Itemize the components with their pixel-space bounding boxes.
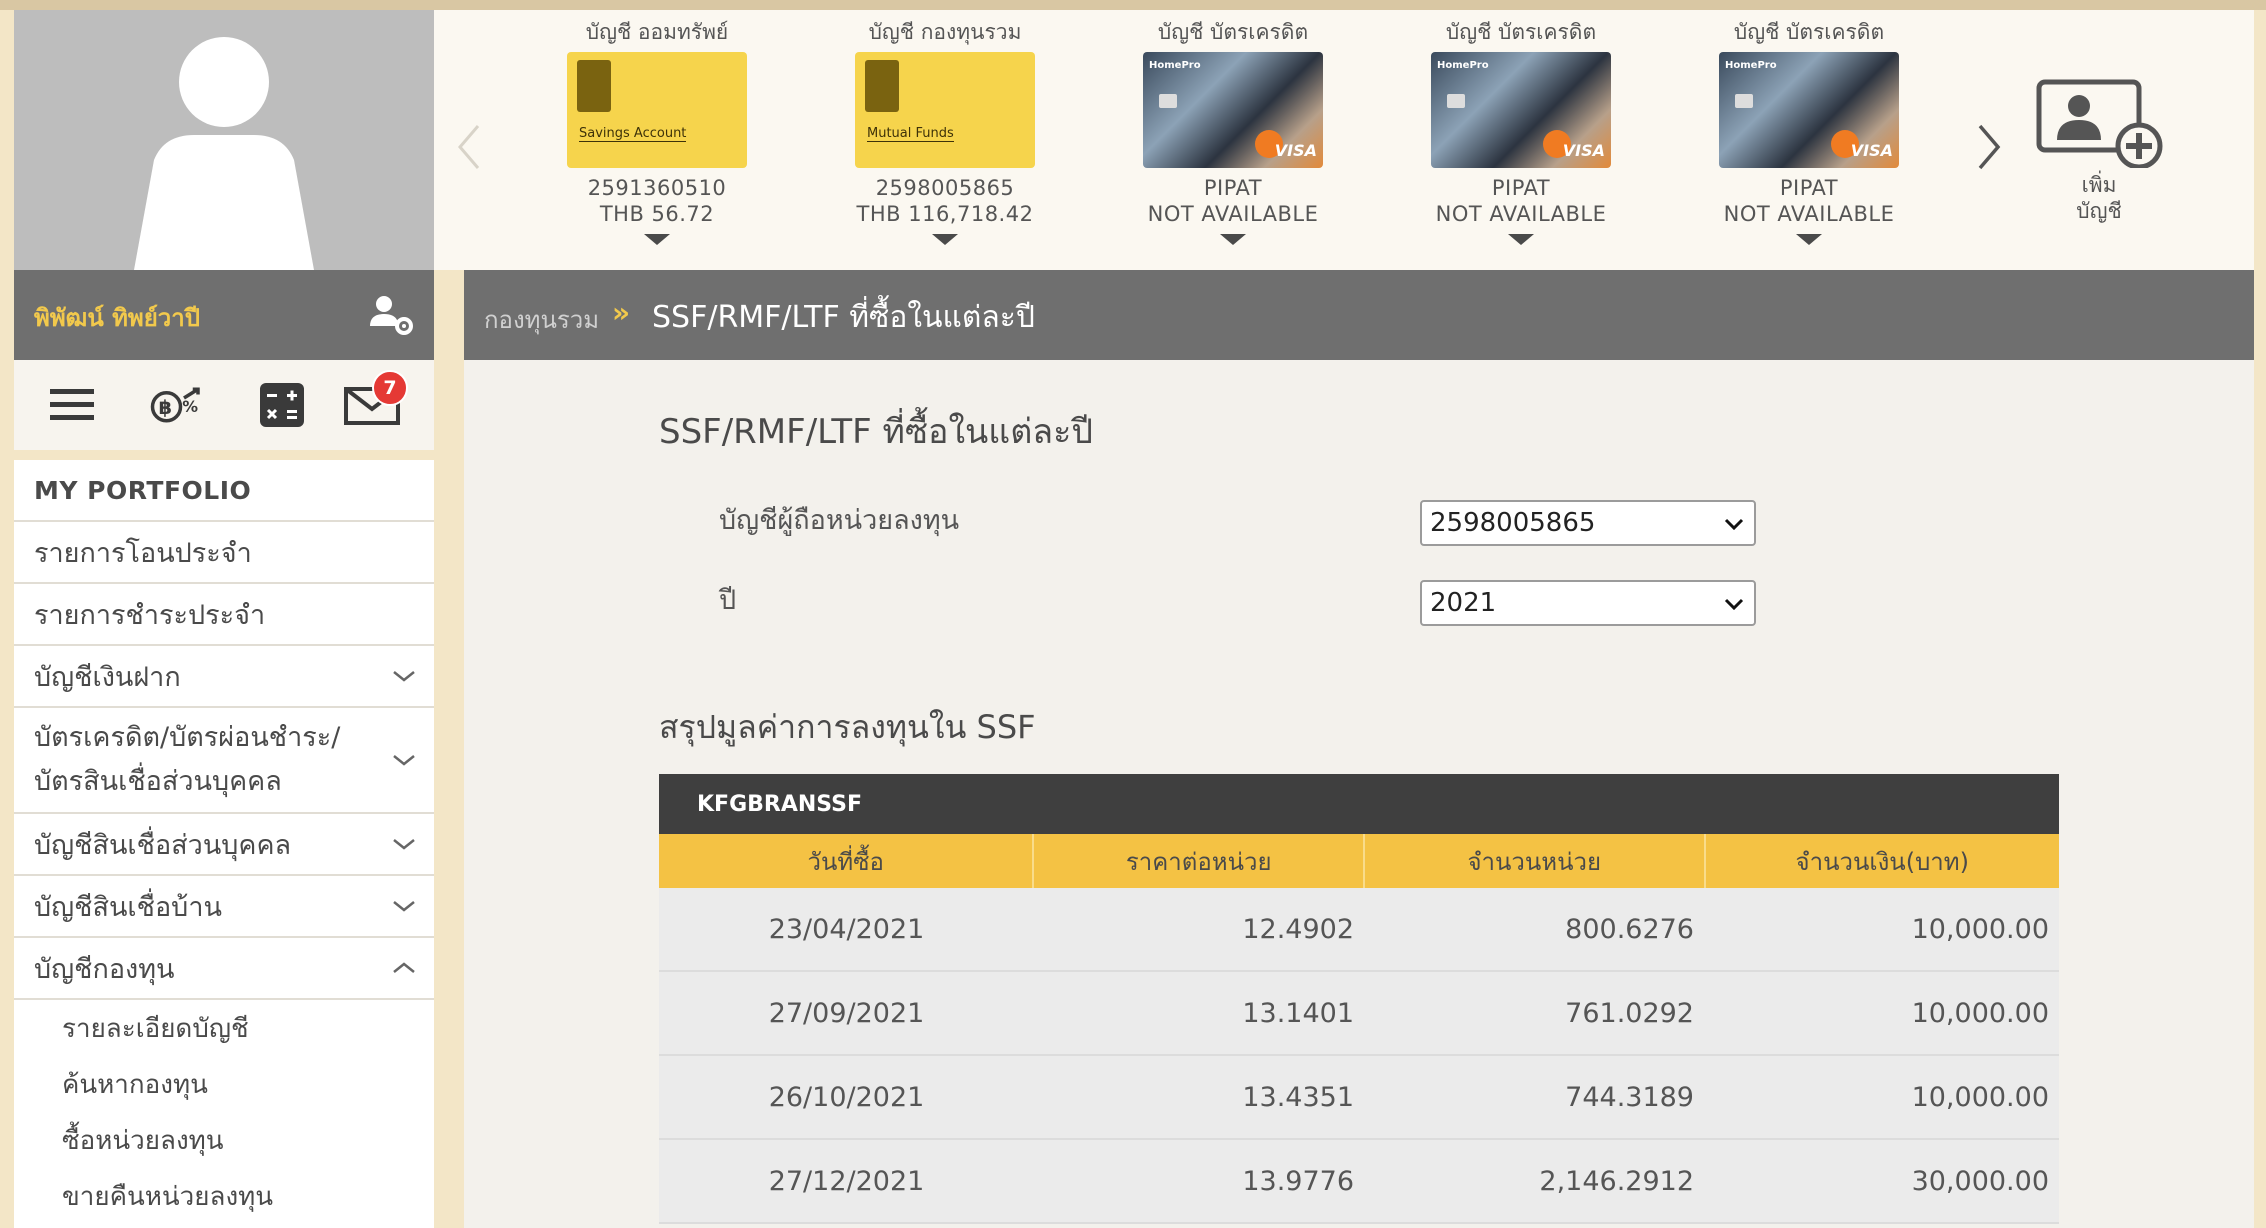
cell-date: 27/09/2021	[768, 997, 925, 1029]
breadcrumb-parent[interactable]: กองทุนรวม	[484, 300, 599, 339]
add-account-button[interactable]: เพิ่ม บัญชี	[2024, 76, 2174, 224]
mail-icon[interactable]: 7	[344, 370, 408, 430]
chevron-down-icon	[393, 901, 415, 912]
credit-card-image: HomePro VISA	[1719, 52, 1899, 168]
carousel-next-icon[interactable]	[1974, 122, 2004, 172]
cell-amount: 10,000.00	[1911, 997, 2049, 1029]
credit-card-image: HomePro VISA	[1143, 52, 1323, 168]
account-card-savings[interactable]: บัญชี ออมทรัพย์ Savings Account 25913605…	[547, 10, 767, 245]
mutual-funds-card-image: Mutual Funds	[855, 52, 1035, 168]
caret-down-icon[interactable]	[644, 234, 670, 245]
menu-icon[interactable]	[44, 380, 100, 430]
submenu-sell-units[interactable]: ขายคืนหน่วยลงทุน	[14, 1168, 434, 1224]
year-select[interactable]: 2021	[1420, 580, 1756, 626]
cell-units: 800.6276	[1565, 913, 1694, 945]
account-card-credit-1[interactable]: บัญชี บัตรเครดิต HomePro VISA PIPAT NOT …	[1123, 10, 1343, 245]
user-bar: พิพัฒน์ ทิพย์วาปี	[14, 270, 434, 360]
account-card-mutual-funds[interactable]: บัญชี กองทุนรวม Mutual Funds 2598005865 …	[835, 10, 1055, 245]
svg-text:%: %	[182, 397, 198, 416]
cell-units: 744.3189	[1565, 1081, 1694, 1113]
breadcrumb-separator: »	[612, 296, 631, 329]
calculator-icon[interactable]	[254, 380, 310, 430]
user-name[interactable]: พิพัฒน์ ทิพย์วาปี	[34, 298, 200, 337]
table-row: 27/12/2021 13.9776 2,146.2912 30,000.00	[659, 1140, 2059, 1224]
cell-units: 761.0292	[1565, 997, 1694, 1029]
table-row: 26/10/2021 13.4351 744.3189 10,000.00	[659, 1056, 2059, 1140]
cell-date: 27/12/2021	[768, 1165, 925, 1197]
cell-date: 26/10/2021	[768, 1081, 925, 1113]
header-units: จำนวนหน่วย	[1365, 834, 1706, 888]
menu-item-personal-loan[interactable]: บัญชีสินเชื่อส่วนบุคคล	[14, 814, 434, 876]
fund-name-header: KFGBRANSSF	[659, 774, 2059, 834]
page-title: SSF/RMF/LTF ที่ซื้อในแต่ละปี	[659, 412, 1093, 452]
quick-icon-bar: ฿% 7	[14, 360, 434, 450]
cell-price: 12.4902	[1242, 913, 1354, 945]
chevron-down-icon	[1724, 518, 1744, 530]
breadcrumb-current: SSF/RMF/LTF ที่ซื้อในแต่ละปี	[652, 300, 1035, 335]
year-label: ปี	[719, 585, 737, 616]
cell-amount: 30,000.00	[1911, 1165, 2049, 1197]
menu-item-home-loan[interactable]: บัญชีสินเชื่อบ้าน	[14, 876, 434, 938]
mail-badge: 7	[372, 370, 408, 406]
submenu-account-detail[interactable]: รายละเอียดบัญชี	[14, 1000, 434, 1056]
account-select[interactable]: 2598005865	[1420, 500, 1756, 546]
chevron-down-icon	[393, 755, 415, 766]
account-card-credit-2[interactable]: บัญชี บัตรเครดิต HomePro VISA PIPAT NOT …	[1411, 10, 1631, 245]
sidebar-menu: MY PORTFOLIO รายการโอนประจำ รายการชำระปร…	[14, 460, 434, 1228]
header-price: ราคาต่อหน่วย	[1034, 834, 1365, 888]
header-amount: จำนวนเงิน(บาท)	[1795, 847, 1969, 876]
menu-item-fund-account[interactable]: บัญชีกองทุน	[14, 938, 434, 1000]
add-account-icon	[2036, 79, 2163, 170]
investment-icon[interactable]: ฿%	[149, 380, 205, 430]
bank-logo-icon	[865, 60, 899, 112]
credit-card-image: HomePro VISA	[1431, 52, 1611, 168]
top-strip	[0, 0, 2266, 10]
ssf-table: KFGBRANSSF วันที่ซื้อ ราคาต่อหน่วย จำนวน…	[659, 774, 2059, 1224]
bank-logo-icon	[577, 60, 611, 112]
submenu-search-fund[interactable]: ค้นหากองทุน	[14, 1056, 434, 1112]
account-card-credit-3[interactable]: บัญชี บัตรเครดิต HomePro VISA PIPAT NOT …	[1699, 10, 1919, 245]
savings-card-image: Savings Account	[567, 52, 747, 168]
main-content: SSF/RMF/LTF ที่ซื้อในแต่ละปี บัญชีผู้ถือ…	[464, 360, 2254, 1228]
user-settings-icon[interactable]	[366, 290, 416, 340]
chevron-down-icon	[393, 839, 415, 850]
breadcrumb: กองทุนรวม » SSF/RMF/LTF ที่ซื้อในแต่ละปี	[464, 270, 2254, 360]
cell-price: 13.4351	[1242, 1081, 1354, 1113]
caret-down-icon[interactable]	[1508, 234, 1534, 245]
chevron-down-icon	[393, 671, 415, 682]
caret-down-icon[interactable]	[932, 234, 958, 245]
account-carousel: บัญชี ออมทรัพย์ Savings Account 25913605…	[434, 10, 2254, 270]
menu-item-credit-card[interactable]: บัตรเครดิต/บัตรผ่อนชำระ/บัตรสินเชื่อส่วน…	[14, 708, 434, 814]
cell-date: 23/04/2021	[768, 913, 925, 945]
menu-item-standing-payment[interactable]: รายการชำระประจำ	[14, 584, 434, 646]
menu-item-deposit-account[interactable]: บัญชีเงินฝาก	[14, 646, 434, 708]
header-date: วันที่ซื้อ	[659, 834, 1035, 888]
chevron-down-icon	[1724, 598, 1744, 610]
caret-down-icon[interactable]	[1796, 234, 1822, 245]
account-label: บัญชีผู้ถือหน่วยลงทุน	[719, 505, 960, 536]
table-row: 23/04/2021 12.4902 800.6276 10,000.00	[659, 888, 2059, 972]
submenu-buy-units[interactable]: ซื้อหน่วยลงทุน	[14, 1112, 434, 1168]
summary-title: สรุปมูลค่าการลงทุนใน SSF	[659, 708, 1036, 746]
table-header-row: วันที่ซื้อ ราคาต่อหน่วย จำนวนหน่วย จำนวน…	[659, 834, 2059, 888]
menu-item-standing-transfer[interactable]: รายการโอนประจำ	[14, 522, 434, 584]
table-row: 27/09/2021 13.1401 761.0292 10,000.00	[659, 972, 2059, 1056]
cell-price: 13.9776	[1242, 1165, 1354, 1197]
profile-photo[interactable]	[14, 10, 434, 270]
chevron-up-icon	[393, 962, 415, 973]
carousel-prev-icon[interactable]	[454, 122, 484, 172]
menu-item-my-portfolio[interactable]: MY PORTFOLIO	[14, 460, 434, 522]
caret-down-icon[interactable]	[1220, 234, 1246, 245]
cell-price: 13.1401	[1242, 997, 1354, 1029]
avatar-icon	[134, 37, 314, 270]
cell-amount: 10,000.00	[1911, 1081, 2049, 1113]
cell-units: 2,146.2912	[1539, 1165, 1694, 1197]
svg-text:฿: ฿	[159, 396, 172, 419]
cell-amount: 10,000.00	[1911, 913, 2049, 945]
